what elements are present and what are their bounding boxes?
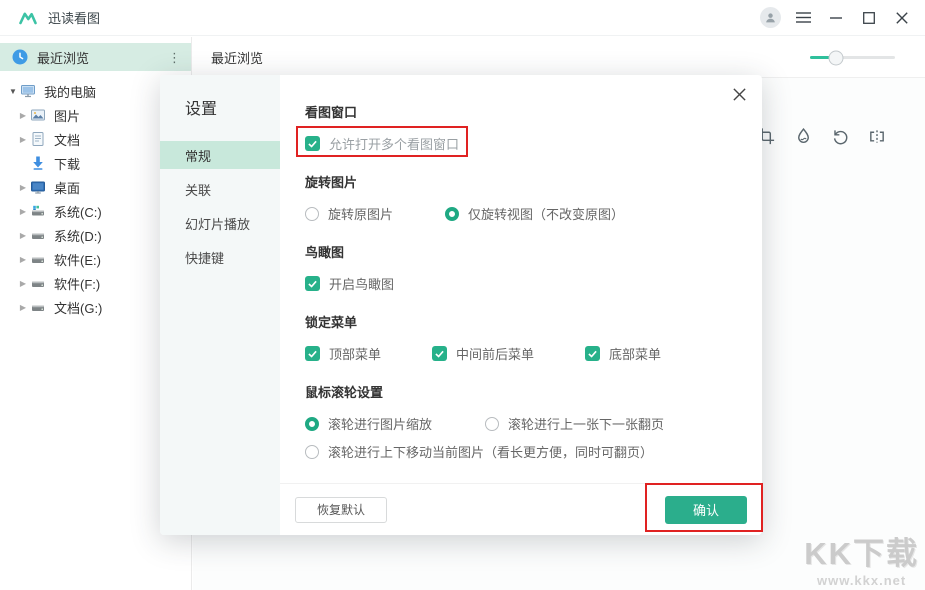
zoom-slider[interactable] — [810, 56, 895, 59]
close-icon — [896, 12, 908, 24]
checkbox-checked-icon — [305, 276, 320, 291]
radio-rotate-original[interactable]: 旋转原图片 — [305, 204, 445, 223]
sidebar-item-recent[interactable]: 最近浏览 ⋮ — [0, 43, 191, 71]
drive-icon — [30, 299, 46, 315]
download-icon — [30, 155, 46, 171]
maximize-button[interactable] — [854, 5, 884, 31]
document-icon — [30, 131, 46, 147]
tree-item-label: 文档 — [54, 130, 80, 149]
pictures-icon — [30, 107, 46, 123]
expand-arrow-icon[interactable]: ▶ — [16, 183, 30, 192]
settings-content: 看图窗口 允许打开多个看图窗口 旋转图片 旋转原图片 仅旋转视图（不改变原图） … — [280, 75, 762, 483]
desktop-icon — [30, 179, 46, 195]
section-title-lock-menu: 锁定菜单 — [305, 312, 762, 331]
checkbox-bottom-menu[interactable]: 底部菜单 — [585, 344, 661, 363]
confirm-button[interactable]: 确认 — [665, 496, 747, 524]
settings-tab-shortcuts[interactable]: 快捷键 — [160, 243, 280, 271]
zoom-slider-thumb[interactable] — [828, 50, 843, 65]
hamburger-icon — [796, 12, 811, 23]
watermark: KK下载 www.kkx.net — [804, 528, 919, 588]
image-toolbar — [753, 123, 890, 149]
section-title-birdview: 鸟瞰图 — [305, 242, 762, 261]
titlebar: 迅读看图 — [0, 0, 925, 36]
system-drive-icon — [30, 203, 46, 219]
expand-arrow-icon[interactable]: ▶ — [16, 207, 30, 216]
collapse-arrow-icon[interactable]: ▼ — [6, 87, 20, 96]
clock-icon — [12, 49, 28, 65]
checkbox-enable-birdview[interactable]: 开启鸟瞰图 — [305, 274, 394, 293]
tree-item-label: 下载 — [54, 154, 80, 173]
checkbox-allow-multiple-windows[interactable]: 允许打开多个看图窗口 — [305, 134, 459, 153]
app-window: 迅读看图 最 — [0, 0, 925, 590]
app-logo-icon — [18, 8, 38, 28]
section-title-rotate: 旋转图片 — [305, 172, 762, 191]
settings-tab-slideshow[interactable]: 幻灯片播放 — [160, 209, 280, 237]
settings-tab-association[interactable]: 关联 — [160, 175, 280, 203]
radio-wheel-move[interactable]: 滚轮进行上下移动当前图片（看长更方便，同时可翻页） — [305, 442, 653, 461]
computer-icon — [20, 83, 36, 99]
close-button[interactable] — [887, 5, 917, 31]
tree-item-label: 图片 — [54, 106, 80, 125]
radio-checked-icon — [305, 417, 319, 431]
tree-item-label: 我的电脑 — [44, 82, 96, 101]
breadcrumb: 最近浏览 — [211, 48, 263, 67]
rotate-ccw-icon — [831, 127, 850, 146]
radio-unchecked-icon — [305, 207, 319, 221]
main-header: 最近浏览 — [193, 37, 925, 78]
settings-nav-panel: 设置 常规 关联 幻灯片播放 快捷键 — [160, 75, 280, 535]
checkbox-checked-icon — [585, 346, 600, 361]
minimize-icon — [830, 17, 842, 19]
expand-arrow-icon[interactable]: ▶ — [16, 111, 30, 120]
avatar-icon — [760, 7, 781, 28]
radio-unchecked-icon — [485, 417, 499, 431]
rotate-button[interactable] — [827, 123, 853, 149]
settings-tab-general[interactable]: 常规 — [160, 141, 280, 169]
tree-item-label: 系统(C:) — [54, 202, 102, 221]
expand-arrow-icon[interactable]: ▶ — [16, 255, 30, 264]
expand-arrow-icon[interactable]: ▶ — [16, 303, 30, 312]
color-adjust-button[interactable] — [790, 123, 816, 149]
restore-defaults-button[interactable]: 恢复默认 — [295, 497, 387, 523]
minimize-button[interactable] — [821, 5, 851, 31]
drive-icon — [30, 251, 46, 267]
tree-item-label: 桌面 — [54, 178, 80, 197]
account-button[interactable] — [755, 5, 785, 31]
expand-arrow-icon[interactable]: ▶ — [16, 135, 30, 144]
tree-item-label: 软件(F:) — [54, 274, 100, 293]
droplet-icon — [794, 127, 813, 146]
checkbox-checked-icon — [305, 136, 320, 151]
settings-dialog: 设置 常规 关联 幻灯片播放 快捷键 看图窗口 允许打开多个看图窗口 旋转图片 — [160, 75, 762, 535]
expand-arrow-icon[interactable]: ▶ — [16, 231, 30, 240]
dialog-footer: 恢复默认 确认 — [280, 483, 762, 535]
tree-item-label: 文档(G:) — [54, 298, 102, 317]
dialog-title: 设置 — [160, 75, 280, 119]
flip-button[interactable] — [864, 123, 890, 149]
sidebar-item-label: 最近浏览 — [37, 48, 89, 67]
radio-checked-icon — [445, 207, 459, 221]
drive-icon — [30, 227, 46, 243]
expand-arrow-icon[interactable]: ▶ — [16, 279, 30, 288]
radio-wheel-page[interactable]: 滚轮进行上一张下一张翻页 — [485, 414, 664, 433]
flip-horizontal-icon — [867, 127, 887, 146]
checkbox-middle-menu[interactable]: 中间前后菜单 — [432, 344, 585, 363]
drive-icon — [30, 275, 46, 291]
checkbox-checked-icon — [305, 346, 320, 361]
app-title: 迅读看图 — [48, 8, 100, 27]
radio-wheel-zoom[interactable]: 滚轮进行图片缩放 — [305, 414, 485, 433]
checkbox-checked-icon — [432, 346, 447, 361]
section-title-wheel: 鼠标滚轮设置 — [305, 382, 762, 401]
radio-unchecked-icon — [305, 445, 319, 459]
tree-item-label: 软件(E:) — [54, 250, 101, 269]
radio-rotate-view-only[interactable]: 仅旋转视图（不改变原图） — [445, 204, 624, 223]
watermark-url: www.kkx.net — [804, 573, 919, 588]
maximize-icon — [863, 12, 875, 24]
menu-button[interactable] — [788, 5, 818, 31]
section-title-view-window: 看图窗口 — [305, 102, 762, 121]
more-options-icon[interactable]: ⋮ — [168, 51, 181, 64]
watermark-text: KK下载 — [804, 528, 919, 573]
tree-item-label: 系统(D:) — [54, 226, 102, 245]
checkbox-top-menu[interactable]: 顶部菜单 — [305, 344, 432, 363]
